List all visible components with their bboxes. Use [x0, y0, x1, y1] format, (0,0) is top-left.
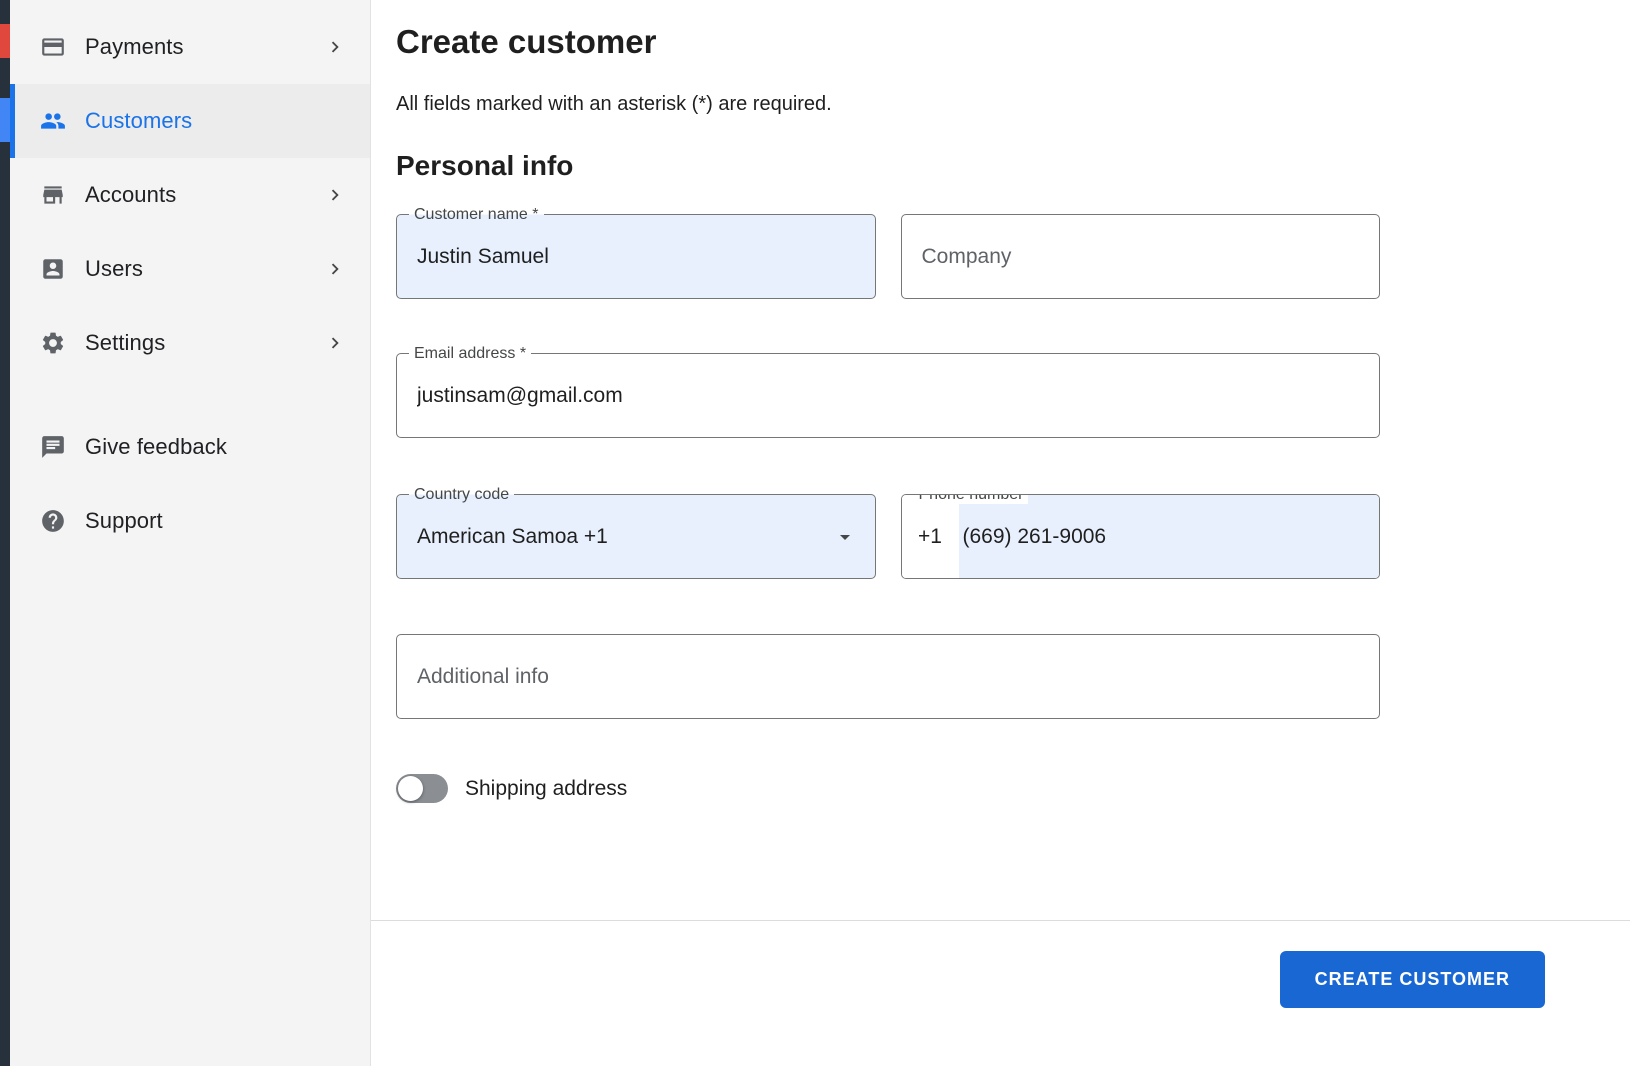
phone-number-label: Phone number — [913, 495, 1029, 504]
sidebar-item-support[interactable]: Support — [10, 484, 370, 558]
sidebar-item-label: Settings — [85, 330, 166, 355]
card-icon — [40, 34, 66, 60]
feedback-icon — [40, 434, 66, 460]
form-row-name-company: Customer name * — [396, 205, 1380, 299]
sidebar-item-accounts[interactable]: Accounts — [10, 158, 370, 232]
customer-name-label: Customer name * — [409, 205, 544, 224]
shipping-address-label: Shipping address — [465, 776, 628, 800]
phone-number-field[interactable]: Phone number +1 — [900, 494, 1380, 579]
form-row-country-phone: Country code American Samoa +1 Phone num… — [396, 485, 1380, 579]
sidebar-item-payments[interactable]: Payments — [10, 10, 370, 84]
form-row-email: Email address * — [396, 344, 1380, 438]
required-note: All fields marked with an asterisk (*) a… — [396, 93, 832, 115]
country-code-value: American Samoa +1 — [417, 524, 608, 548]
sidebar-item-settings[interactable]: Settings — [10, 306, 370, 380]
country-code-select[interactable]: Country code American Samoa +1 — [396, 485, 876, 579]
sidebar-item-give-feedback[interactable]: Give feedback — [10, 410, 370, 484]
dropdown-arrow-icon — [833, 525, 857, 549]
chevron-right-icon — [324, 36, 346, 58]
window-edge — [0, 0, 10, 1066]
create-customer-button[interactable]: CREATE CUSTOMER — [1279, 951, 1545, 1008]
gear-icon — [40, 330, 66, 356]
company-field[interactable] — [900, 214, 1380, 299]
phone-prefix: +1 — [901, 495, 959, 578]
main-content: Create customer All fields marked with a… — [371, 0, 1630, 1066]
sidebar-nav: Payments Customers Accounts Users Settin… — [10, 10, 370, 558]
toggle-thumb-icon — [398, 776, 423, 801]
page-title: Create customer — [396, 23, 657, 60]
shipping-address-row: Shipping address — [396, 774, 1630, 803]
email-field[interactable]: Email address * — [396, 344, 1380, 438]
email-input[interactable] — [397, 354, 1379, 437]
sidebar-item-label: Customers — [85, 108, 193, 133]
chevron-right-icon — [324, 258, 346, 280]
sidebar-item-label: Accounts — [85, 182, 177, 207]
help-icon — [40, 508, 66, 534]
chevron-right-icon — [324, 184, 346, 206]
sidebar-item-label: Payments — [85, 34, 184, 59]
company-input[interactable] — [901, 215, 1379, 298]
sidebar-item-users[interactable]: Users — [10, 232, 370, 306]
form-row-additional-info — [396, 634, 1380, 719]
sidebar-item-label: Users — [85, 256, 143, 281]
chevron-right-icon — [324, 332, 346, 354]
country-code-label: Country code — [409, 485, 515, 504]
shipping-address-toggle[interactable] — [396, 774, 448, 803]
people-icon — [40, 108, 66, 134]
store-icon — [40, 182, 66, 208]
sidebar: Payments Customers Accounts Users Settin… — [10, 0, 371, 1066]
sidebar-bottom-group: Give feedback Support — [10, 410, 370, 558]
customer-name-input[interactable] — [397, 215, 875, 298]
sidebar-item-customers[interactable]: Customers — [10, 84, 370, 158]
edge-blue-fragment — [0, 98, 10, 142]
email-label: Email address * — [409, 344, 532, 363]
customer-name-field[interactable]: Customer name * — [396, 205, 876, 299]
sidebar-item-label: Support — [85, 508, 163, 533]
user-badge-icon — [40, 256, 66, 282]
section-title-personal-info: Personal info — [396, 150, 574, 181]
phone-number-input[interactable] — [958, 495, 1379, 578]
additional-info-field[interactable] — [396, 634, 1380, 719]
additional-info-input[interactable] — [397, 635, 1379, 718]
edge-red-fragment — [0, 24, 10, 58]
sidebar-item-label: Give feedback — [85, 434, 227, 459]
footer-bar: CREATE CUSTOMER — [396, 921, 1630, 1066]
